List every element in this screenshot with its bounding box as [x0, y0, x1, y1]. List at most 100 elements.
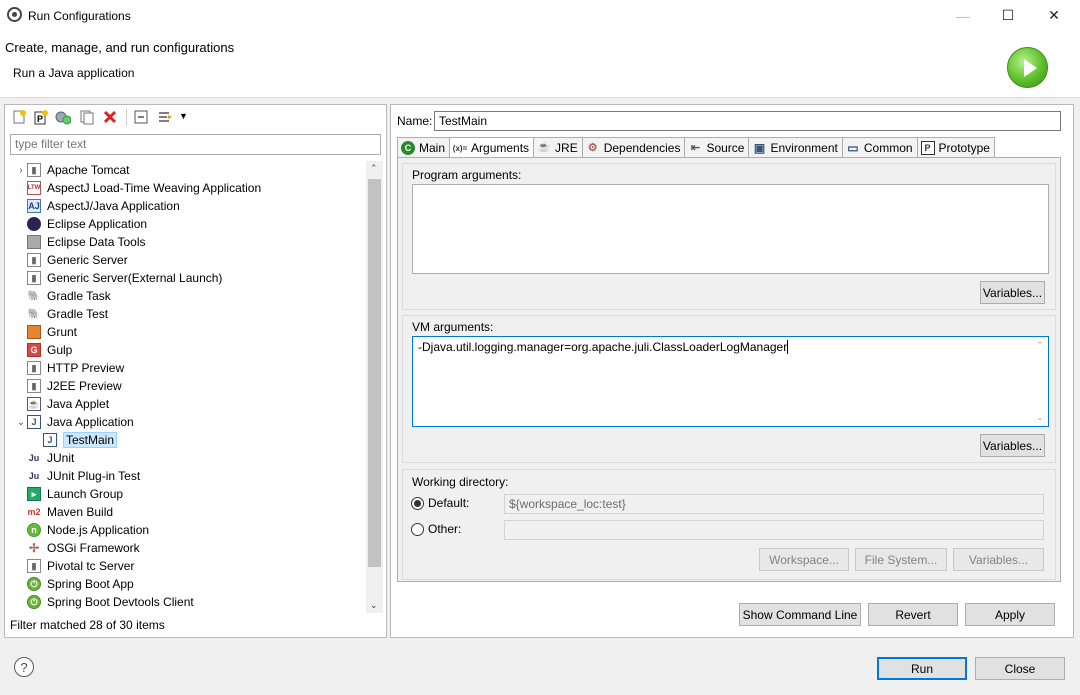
- tab-bar: C Main (x)= Arguments ☕ JRE ⚙ Dependencies ⇤ Sour…: [397, 137, 995, 158]
- tree-item[interactable]: Eclipse Data Tools: [5, 233, 365, 251]
- svg-text:P: P: [37, 114, 43, 124]
- tree-item[interactable]: 🐘 Gradle Task: [5, 287, 365, 305]
- tree-item[interactable]: ▸ Launch Group: [5, 485, 365, 503]
- help-icon[interactable]: ?: [14, 657, 34, 677]
- configuration-list-panel: P ▼ type filter text › ▮ Apache Tomcat LTW A…: [4, 104, 387, 638]
- tree-item-label: Node.js Application: [47, 523, 150, 537]
- vm-arguments-group: VM arguments: -Djava.util.logging.manage…: [402, 315, 1056, 463]
- delete-icon[interactable]: [102, 109, 118, 125]
- tab-common[interactable]: ▭ Common: [841, 137, 918, 157]
- close-window-button[interactable]: ✕: [1031, 0, 1077, 31]
- revert-button[interactable]: Revert: [868, 603, 958, 626]
- program-arguments-textarea[interactable]: [412, 184, 1049, 274]
- new-prototype-icon[interactable]: P: [33, 109, 49, 125]
- tab-label: Environment: [770, 140, 838, 155]
- filter-configurations-icon[interactable]: [157, 109, 173, 125]
- tree-scrollbar[interactable]: ⌃ ⌄: [366, 161, 383, 613]
- scrollbar-thumb[interactable]: [368, 179, 381, 567]
- other-radio[interactable]: [411, 522, 424, 536]
- tree-item[interactable]: ⏻ Spring Boot Devtools Client: [5, 593, 365, 611]
- new-configuration-icon[interactable]: [11, 109, 27, 125]
- tree-item-label: Java Application: [47, 415, 134, 429]
- arguments-tab-icon: (x)=: [452, 143, 468, 153]
- scroll-down-icon[interactable]: ⌄: [370, 600, 378, 611]
- tab-main[interactable]: C Main: [397, 137, 451, 157]
- tree-item[interactable]: G Gulp: [5, 341, 365, 359]
- program-arguments-label: Program arguments:: [412, 168, 522, 182]
- applet-icon: ☕: [27, 397, 41, 411]
- default-radio[interactable]: [411, 496, 424, 510]
- tree-item[interactable]: J TestMain: [5, 431, 365, 449]
- tree-item[interactable]: ⌄ J Java Application: [5, 413, 365, 431]
- tree-item-label: HTTP Preview: [47, 361, 125, 375]
- tab-prototype[interactable]: P Prototype: [916, 137, 995, 157]
- name-input[interactable]: TestMain: [434, 111, 1061, 131]
- tree-item[interactable]: LTW AspectJ Load-Time Weaving Application: [5, 179, 365, 197]
- aj-icon: AJ: [27, 199, 41, 213]
- vm-arguments-textarea[interactable]: -Djava.util.logging.manager=org.apache.j…: [412, 336, 1049, 427]
- configuration-tree: › ▮ Apache Tomcat LTW AspectJ Load-Time Weav…: [5, 161, 365, 613]
- default-radio-option[interactable]: Default:: [411, 496, 469, 510]
- minimize-button[interactable]: —: [940, 0, 986, 31]
- maximize-button[interactable]: ☐: [985, 0, 1031, 31]
- file-system-button[interactable]: File System...: [855, 548, 947, 571]
- scroll-down-icon[interactable]: ⌄: [1036, 412, 1044, 423]
- collapsed-chevron-icon[interactable]: ›: [15, 165, 27, 176]
- scroll-up-icon[interactable]: ⌃: [370, 163, 378, 174]
- tree-item[interactable]: ✢ OSGi Framework: [5, 539, 365, 557]
- tree-item[interactable]: Grunt: [5, 323, 365, 341]
- tree-item[interactable]: Ju JUnit: [5, 449, 365, 467]
- tree-item[interactable]: ▮ HTTP Preview: [5, 359, 365, 377]
- apply-button[interactable]: Apply: [965, 603, 1055, 626]
- workspace-button[interactable]: Workspace...: [759, 548, 849, 571]
- tab-jre[interactable]: ☕ JRE: [533, 137, 583, 157]
- banner-subtitle: Run a Java application: [13, 66, 135, 80]
- tree-item[interactable]: ⏻ Spring Boot App: [5, 575, 365, 593]
- tab-label: Prototype: [938, 140, 990, 155]
- vm-arguments-scrollbar[interactable]: ⌃ ⌄: [1033, 337, 1048, 426]
- tree-item[interactable]: ▮ Generic Server(External Launch): [5, 269, 365, 287]
- tree-item[interactable]: Ju JUnit Plug-in Test: [5, 467, 365, 485]
- tab-dependencies[interactable]: ⚙ Dependencies: [581, 137, 686, 157]
- duplicate-icon[interactable]: [79, 109, 95, 125]
- filter-input[interactable]: type filter text: [10, 134, 381, 155]
- junit-icon: Ju: [28, 453, 40, 463]
- tree-item[interactable]: m2 Maven Build: [5, 503, 365, 521]
- tab-label: Dependencies: [603, 140, 681, 155]
- gradle-icon: 🐘: [27, 290, 41, 302]
- vm-arguments-text: -Djava.util.logging.manager=org.apache.j…: [418, 340, 788, 354]
- show-command-line-button[interactable]: Show Command Line: [739, 603, 861, 626]
- filter-menu-chevron-down-icon[interactable]: ▼: [179, 111, 188, 121]
- tree-item[interactable]: AJ AspectJ/Java Application: [5, 197, 365, 215]
- tab-label: Source: [706, 140, 745, 155]
- tree-item[interactable]: Eclipse Application: [5, 215, 365, 233]
- tree-item[interactable]: ▮ Pivotal tc Server: [5, 557, 365, 575]
- other-radio-option[interactable]: Other:: [411, 522, 461, 536]
- close-button[interactable]: Close: [975, 657, 1065, 680]
- tree-item[interactable]: ▮ Generic Server: [5, 251, 365, 269]
- collapse-all-icon[interactable]: [133, 109, 149, 125]
- expanded-chevron-icon[interactable]: ⌄: [15, 417, 27, 428]
- tab-environment[interactable]: ▣ Environment: [748, 137, 843, 157]
- tree-item-label: Gradle Task: [47, 289, 111, 303]
- tree-item[interactable]: ▮ J2EE Preview: [5, 377, 365, 395]
- tree-item[interactable]: n Node.js Application: [5, 521, 365, 539]
- vm-variables-button[interactable]: Variables...: [980, 434, 1045, 457]
- run-large-icon: [1007, 47, 1048, 88]
- arguments-tab-content: Program arguments: Variables... VM argum…: [397, 157, 1061, 582]
- tab-arguments[interactable]: (x)= Arguments: [449, 137, 535, 158]
- other-directory-field[interactable]: [504, 520, 1044, 540]
- run-button[interactable]: Run: [877, 657, 967, 680]
- tree-item-label: Gradle Test: [47, 307, 109, 321]
- program-variables-button[interactable]: Variables...: [980, 281, 1045, 304]
- export-configuration-icon[interactable]: [55, 109, 72, 125]
- tree-item[interactable]: › ▮ Apache Tomcat: [5, 161, 365, 179]
- launch-group-icon: ▸: [27, 487, 41, 501]
- tab-label: Arguments: [471, 141, 530, 155]
- tab-source[interactable]: ⇤ Source: [684, 137, 750, 157]
- scroll-up-icon[interactable]: ⌃: [1036, 340, 1044, 351]
- working-dir-variables-button[interactable]: Variables...: [953, 548, 1044, 571]
- tree-item[interactable]: ☕ Java Applet: [5, 395, 365, 413]
- tree-item[interactable]: 🐘 Gradle Test: [5, 305, 365, 323]
- text-cursor: [787, 340, 789, 354]
